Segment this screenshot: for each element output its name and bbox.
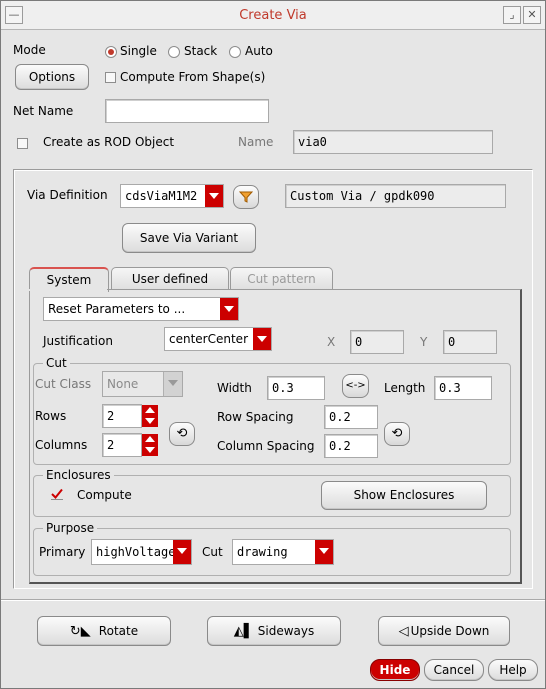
cut-group-title: Cut	[43, 356, 70, 370]
hide-button[interactable]: Hide	[370, 659, 420, 681]
window-title: Create Via	[239, 8, 307, 23]
compute-from-shapes-checkbox[interactable]	[105, 72, 116, 83]
link-icon: <->	[345, 380, 366, 391]
create-rod-label: Create as ROD Object	[43, 135, 175, 149]
rod-name-input[interactable]: via0	[293, 130, 493, 154]
upside-down-button[interactable]: ◁ Upside Down	[378, 616, 510, 646]
offset-x-label: X	[327, 335, 336, 349]
cut-purpose-value: drawing	[237, 545, 288, 559]
upside-down-icon: ◁	[398, 624, 409, 639]
mode-stack-radio[interactable]	[168, 46, 180, 58]
width-input[interactable]: 0.3	[267, 376, 325, 400]
tab-cut-pattern[interactable]: Cut pattern	[230, 267, 333, 290]
primary-purpose-value: highVoltage	[96, 545, 176, 559]
cut-purpose-select[interactable]: drawing	[232, 539, 334, 565]
update-spacing-button[interactable]: ⟲	[384, 422, 410, 446]
compute-from-shapes-label: Compute From Shape(s)	[120, 70, 266, 84]
upside-down-label: Upside Down	[410, 624, 490, 638]
cancel-button[interactable]: Cancel	[424, 659, 484, 681]
chevron-down-icon	[253, 328, 271, 350]
mode-single-label: Single	[120, 44, 157, 58]
link-width-length-button[interactable]: <->	[342, 374, 369, 398]
row-spacing-label: Row Spacing	[217, 410, 294, 424]
net-name-label: Net Name	[13, 104, 74, 118]
chevron-down-icon	[173, 540, 191, 564]
mode-auto-label: Auto	[245, 44, 273, 58]
rows-input[interactable]: 2	[102, 404, 142, 428]
compute-enclosures-checkbox[interactable]	[51, 488, 63, 500]
refresh-icon: ⟲	[391, 426, 403, 441]
update-rows-columns-button[interactable]: ⟲	[169, 422, 195, 446]
length-input[interactable]: 0.3	[434, 376, 492, 400]
primary-purpose-select[interactable]: highVoltage	[91, 539, 192, 565]
offset-y-input[interactable]: 0	[443, 330, 497, 354]
columns-stepper[interactable]	[142, 434, 158, 456]
primary-purpose-label: Primary	[39, 545, 86, 559]
chevron-down-icon	[220, 298, 238, 320]
via-definition-value: cdsViaM1M2	[125, 189, 198, 203]
columns-label: Columns	[35, 438, 88, 452]
cut-class-label: Cut Class	[35, 377, 92, 391]
sideways-label: Sideways	[257, 624, 315, 638]
cut-class-select[interactable]: None	[102, 371, 183, 397]
create-rod-checkbox[interactable]	[17, 138, 28, 149]
mode-auto-radio[interactable]	[229, 46, 241, 58]
length-label: Length	[384, 381, 426, 395]
column-spacing-input[interactable]: 0.2	[324, 434, 378, 458]
chevron-down-icon	[163, 372, 182, 396]
tab-user-defined[interactable]: User defined	[111, 267, 229, 290]
justification-select[interactable]: centerCenter	[164, 327, 272, 351]
justification-value: centerCenter	[169, 332, 248, 346]
filter-button[interactable]	[233, 185, 259, 209]
create-via-dialog: — Create Via ⌟ ✕ Mode Single Stack Auto …	[0, 0, 546, 689]
net-name-input[interactable]	[105, 99, 269, 123]
via-definition-select[interactable]: cdsViaM1M2	[120, 184, 224, 208]
compute-enclosures-label: Compute	[77, 488, 132, 502]
rotate-icon: ↻◣	[69, 624, 91, 639]
mode-label: Mode	[13, 43, 46, 57]
rod-name-label: Name	[238, 135, 274, 149]
column-spacing-label: Column Spacing	[217, 439, 315, 453]
rotate-button[interactable]: ↻◣ Rotate	[37, 616, 171, 646]
bottom-separator	[1, 599, 545, 601]
sideways-icon: ◭▌	[233, 624, 254, 639]
offset-y-label: Y	[420, 335, 428, 349]
checkmark-icon	[51, 488, 63, 500]
via-info-field: Custom Via / gpdk090	[285, 184, 506, 208]
active-tab-joiner	[29, 289, 107, 291]
save-via-variant-button[interactable]: Save Via Variant	[122, 223, 256, 253]
mode-single-radio[interactable]	[105, 46, 117, 58]
show-enclosures-button[interactable]: Show Enclosures	[321, 481, 487, 510]
chevron-down-icon	[205, 185, 223, 207]
help-button[interactable]: Help	[488, 659, 538, 681]
row-spacing-input[interactable]: 0.2	[324, 405, 378, 429]
title-bar: — Create Via ⌟ ✕	[1, 1, 545, 30]
reset-parameters-value: Reset Parameters to ...	[48, 302, 186, 316]
reset-parameters-select[interactable]: Reset Parameters to ...	[43, 297, 239, 321]
offset-x-input[interactable]: 0	[350, 330, 404, 354]
purpose-group-title: Purpose	[43, 521, 98, 535]
options-button[interactable]: Options	[15, 64, 89, 90]
minimize-icon[interactable]: ⌟	[503, 6, 521, 24]
justification-label: Justification	[43, 334, 113, 348]
rotate-label: Rotate	[98, 624, 139, 638]
via-definition-label: Via Definition	[27, 188, 108, 202]
sideways-button[interactable]: ◭▌ Sideways	[207, 616, 341, 646]
chevron-down-icon	[315, 540, 333, 564]
filter-icon	[238, 191, 254, 203]
rows-stepper[interactable]	[142, 405, 158, 427]
enclosures-group-title: Enclosures	[43, 468, 114, 482]
mode-stack-label: Stack	[184, 44, 218, 58]
close-icon[interactable]: ✕	[523, 6, 541, 24]
rows-label: Rows	[35, 409, 67, 423]
refresh-icon: ⟲	[176, 426, 188, 441]
columns-input[interactable]: 2	[102, 433, 142, 457]
width-label: Width	[217, 381, 252, 395]
cut-class-value: None	[107, 377, 139, 391]
cut-purpose-label: Cut	[202, 545, 223, 559]
